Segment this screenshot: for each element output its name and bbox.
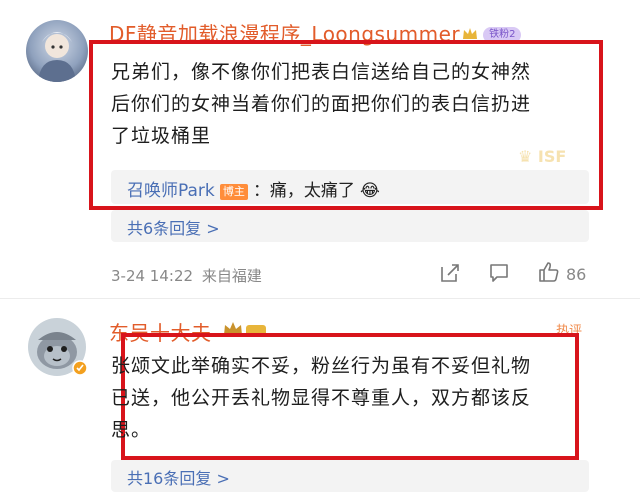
reply-text: ：痛，太痛了 — [252, 181, 355, 201]
more-replies-link[interactable]: 共6条回复 > — [127, 215, 220, 239]
more-replies-link[interactable]: 共16条回复 > — [127, 465, 230, 489]
timestamp: 3-24 14:22 — [111, 267, 194, 285]
svg-text:♛ ISF: ♛ ISF — [518, 147, 566, 166]
crown-icon — [462, 26, 478, 40]
comment-text-line: 张颂文此举确实不妥，粉丝行为虽有不妥但礼物 — [111, 355, 532, 377]
comment-text: 张颂文此举确实不妥，粉丝行为虽有不妥但礼物 已送，他公开丢礼物显得不尊重人，双方… — [111, 350, 591, 446]
reply-preview[interactable]: 召唤师Park 博主 ：痛，太痛了 😂 — [111, 170, 589, 204]
comment-meta: 3-24 14:22 来自福建 — [111, 265, 262, 286]
avatar[interactable] — [26, 20, 88, 82]
verified-icon — [72, 360, 88, 376]
location: 来自福建 — [201, 267, 262, 285]
comment-text-line: 后你们的女神当着你们的面把你们的表白信扔进 — [111, 93, 532, 115]
author-tag: 博主 — [219, 183, 248, 200]
like-icon[interactable] — [537, 260, 561, 284]
avatar-illustration-icon — [38, 32, 76, 82]
like-count: 86 — [566, 265, 587, 284]
decorative-sticker-icon: ♛ ISF — [516, 142, 586, 168]
comment-text: 兄弟们，像不像你们把表白信送给自己的女神然 后你们的女神当着你们的面把你们的表白… — [111, 56, 591, 152]
comment-text-line: 兄弟们，像不像你们把表白信送给自己的女神然 — [111, 61, 532, 83]
comment-text-line: 已送，他公开丢礼物显得不尊重人，双方都该反 — [111, 387, 532, 409]
comment-text-line: 思。 — [111, 419, 152, 441]
share-icon[interactable] — [439, 262, 461, 284]
reply-author[interactable]: 召唤师Park — [127, 181, 215, 201]
divider — [0, 298, 640, 299]
comment-icon[interactable] — [488, 262, 510, 284]
laughing-emoji-icon: 😂 — [360, 181, 380, 201]
